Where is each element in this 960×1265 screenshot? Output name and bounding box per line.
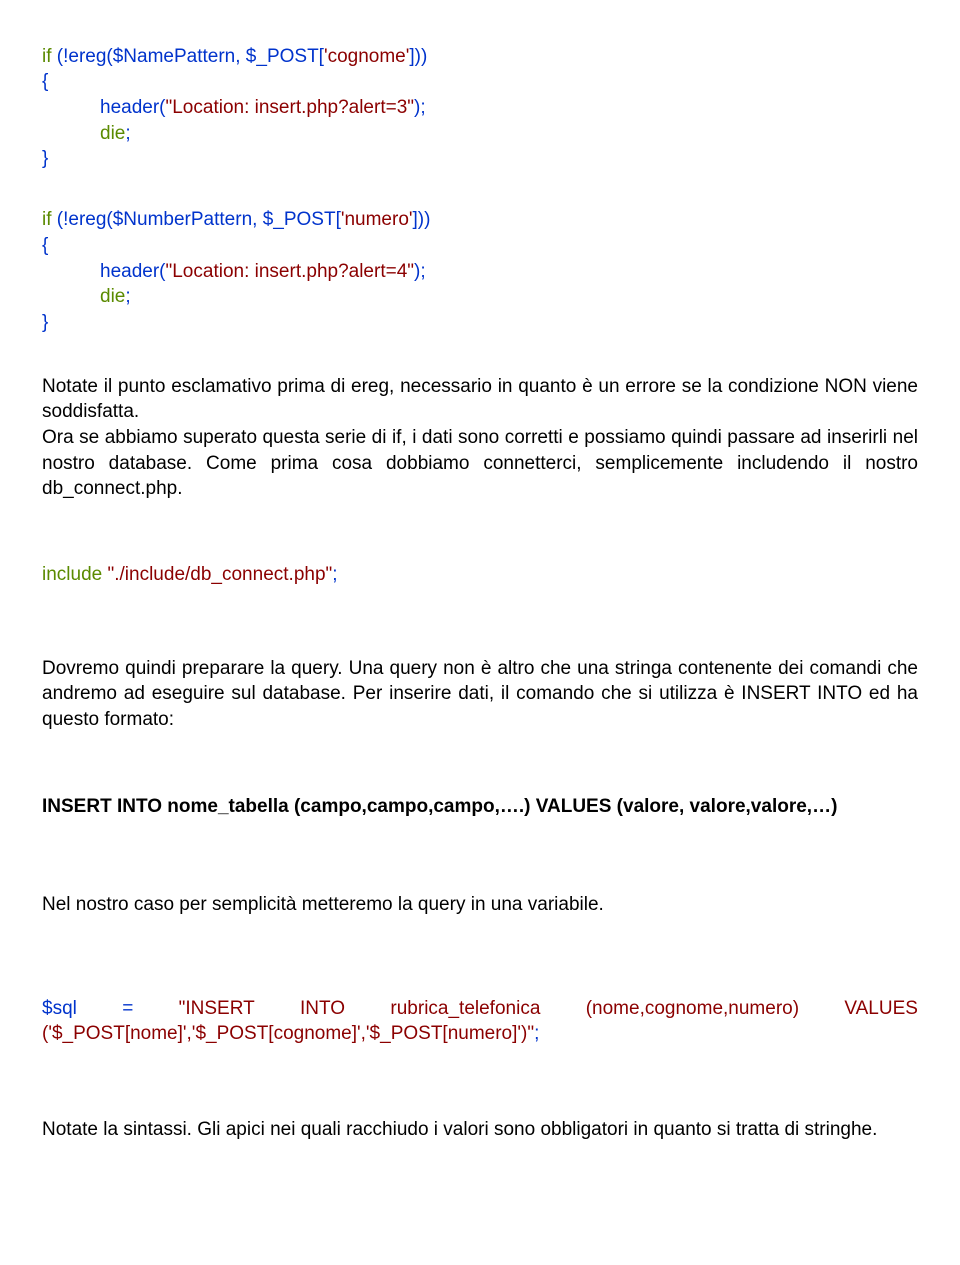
string-literal: "Location: insert.php?alert=3" xyxy=(166,97,415,118)
string-part: "INSERT xyxy=(179,996,255,1022)
paragraph-3: Dovremo quindi preparare la query. Una q… xyxy=(42,656,918,733)
code-block-1: if (!ereg($NamePattern, $_POST['cognome'… xyxy=(42,18,918,172)
semi: ; xyxy=(125,286,130,307)
insert-into-format: INSERT INTO nome_tabella (campo,campo,ca… xyxy=(42,794,918,820)
brace-close: } xyxy=(42,148,48,169)
keyword-die: die xyxy=(100,123,125,144)
keyword-die: die xyxy=(100,286,125,307)
paren-close: ); xyxy=(414,97,426,118)
string-literal: 'numero' xyxy=(341,209,413,230)
string-part: rubrica_telefonica xyxy=(390,996,540,1022)
string-literal: 'cognome' xyxy=(324,46,409,67)
code-expr: (!ereg($NamePattern, $_POST[ xyxy=(52,46,324,67)
brace-open: { xyxy=(42,235,48,256)
string-literal: "Location: insert.php?alert=4" xyxy=(166,261,415,282)
string-part: ('$_POST[nome]','$_POST[cognome]','$_POS… xyxy=(42,1023,534,1044)
string-part: VALUES xyxy=(844,996,918,1022)
paragraph-4: Nel nostro caso per semplicità metteremo… xyxy=(42,892,918,918)
func-header: header xyxy=(100,97,159,118)
func-header: header xyxy=(100,261,159,282)
code-block-4: $sql = "INSERT INTO rubrica_telefonica (nome,… xyxy=(42,996,918,1047)
keyword-if: if xyxy=(42,46,52,67)
code-block-3: include "./include/db_connect.php"; xyxy=(42,562,918,588)
code-close: ])) xyxy=(413,209,431,230)
semi: ; xyxy=(534,1023,539,1044)
var-sql: $sql xyxy=(42,996,77,1022)
semi: ; xyxy=(125,123,130,144)
paragraph-5: Notate la sintassi. Gli apici nei quali … xyxy=(42,1117,918,1143)
code-block-2: if (!ereg($NumberPattern, $_POST['numero… xyxy=(42,182,918,336)
brace-open: { xyxy=(42,71,48,92)
code-expr: (!ereg($NumberPattern, $_POST[ xyxy=(52,209,341,230)
string-part: INTO xyxy=(300,996,345,1022)
semi: ; xyxy=(332,564,337,585)
code-close: ])) xyxy=(409,46,427,67)
keyword-include: include xyxy=(42,564,108,585)
keyword-if: if xyxy=(42,209,52,230)
equals: = xyxy=(122,996,133,1022)
string-literal: "./include/db_connect.php" xyxy=(108,564,333,585)
paragraph-1: Notate il punto esclamativo prima di ere… xyxy=(42,374,918,425)
string-part: (nome,cognome,numero) xyxy=(586,996,799,1022)
paren-close: ); xyxy=(414,261,426,282)
paragraph-2: Ora se abbiamo superato questa serie di … xyxy=(42,425,918,502)
brace-close: } xyxy=(42,312,48,333)
